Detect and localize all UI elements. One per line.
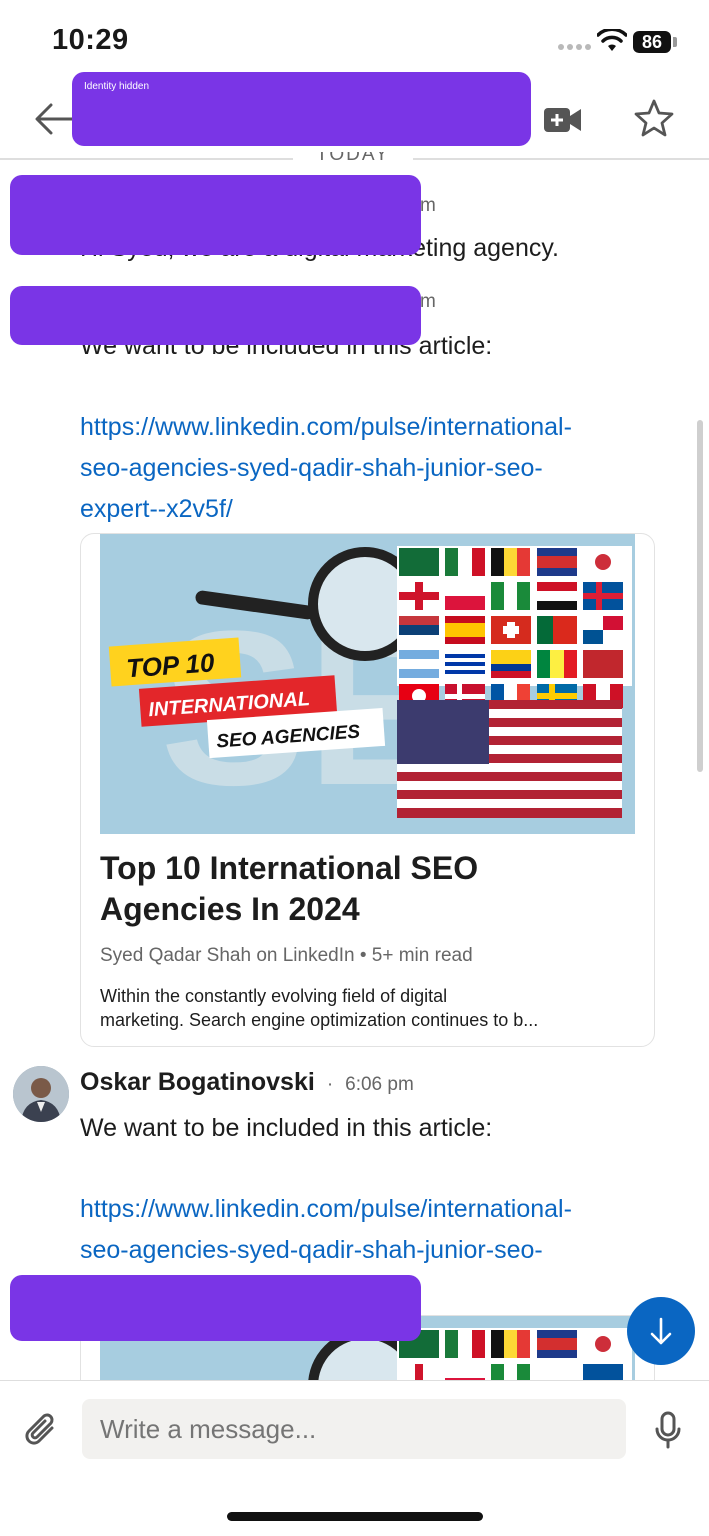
sender-name[interactable]: Oskar Bogatinovski — [80, 1068, 315, 1097]
video-camera-icon[interactable] — [543, 106, 583, 134]
redacted-sender-block — [10, 175, 421, 255]
message-meta-tail: m — [420, 291, 436, 312]
arrow-down-icon — [650, 1317, 672, 1345]
thumbnail-label-top: TOP 10 — [125, 647, 216, 683]
link-line[interactable]: https://www.linkedin.com/pulse/internati… — [80, 1189, 572, 1230]
article-description-line: Within the constantly evolving field of … — [100, 986, 448, 1006]
message-link[interactable]: https://www.linkedin.com/pulse/internati… — [80, 1189, 572, 1271]
composer-divider — [0, 1380, 709, 1381]
article-thumbnail-art: SE — [100, 534, 635, 834]
wifi-icon — [597, 29, 627, 51]
article-thumbnail[interactable]: SE — [100, 534, 635, 834]
scrollbar[interactable] — [697, 420, 703, 772]
home-indicator — [227, 1512, 483, 1521]
link-line[interactable]: seo-agencies-syed-qadir-shah-junior-seo- — [80, 448, 572, 489]
status-time: 10:29 — [52, 24, 129, 56]
paperclip-icon[interactable] — [22, 1410, 62, 1450]
star-outline-icon[interactable] — [634, 99, 674, 137]
article-title-line: Top 10 International SEO — [100, 850, 479, 886]
message-link[interactable]: https://www.linkedin.com/pulse/internati… — [80, 407, 572, 530]
link-preview-card[interactable]: SE — [80, 533, 655, 1047]
redacted-name-block: Identity hidden — [72, 72, 531, 146]
link-line[interactable]: seo-agencies-syed-qadir-shah-junior-seo- — [80, 1230, 572, 1271]
article-meta: Syed Qadar Shah on LinkedIn • 5+ min rea… — [100, 945, 473, 966]
arrow-left-icon[interactable] — [34, 102, 74, 136]
redaction-label: Identity hidden — [84, 81, 150, 92]
article-title[interactable]: Top 10 International SEO Agencies In 202… — [100, 848, 478, 930]
separator-dot: · — [326, 1074, 334, 1095]
redacted-link-block — [10, 1275, 421, 1341]
scroll-to-bottom-button[interactable] — [627, 1297, 695, 1365]
date-divider: TODAY — [293, 152, 413, 174]
message-header: Oskar Bogatinovski · 6:06 pm — [80, 1068, 414, 1097]
message-text: We want to be included in this article: — [80, 1114, 493, 1142]
microphone-icon[interactable] — [654, 1411, 682, 1451]
article-description: Within the constantly evolving field of … — [100, 984, 538, 1032]
article-description-line: marketing. Search engine optimization co… — [100, 1010, 539, 1030]
avatar-image — [13, 1066, 69, 1122]
message-timestamp: 6:06 pm — [345, 1074, 414, 1095]
date-divider-label: TODAY — [316, 152, 390, 165]
battery-icon: 86 — [633, 31, 671, 53]
message-input[interactable] — [82, 1399, 626, 1459]
avatar[interactable] — [13, 1066, 69, 1122]
message-meta-tail: m — [420, 195, 436, 216]
cellular-signal-icon — [558, 44, 591, 50]
link-line[interactable]: https://www.linkedin.com/pulse/internati… — [80, 407, 572, 448]
link-line[interactable]: expert--x2v5f/ — [80, 489, 572, 530]
article-title-line: Agencies In 2024 — [100, 891, 360, 927]
redacted-sender-block — [10, 286, 421, 345]
battery-tip — [673, 37, 677, 47]
